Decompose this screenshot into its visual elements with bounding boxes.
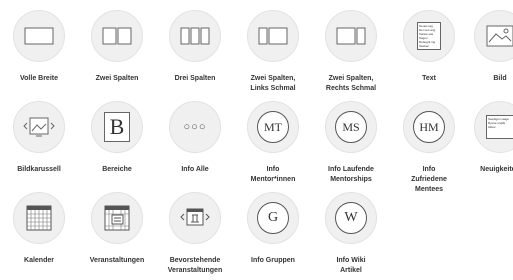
tile-label: Drei Spalten <box>174 75 216 82</box>
image-carousel-icon <box>13 101 65 153</box>
tile-bildkarussell[interactable]: Bildkarussell <box>3 101 81 189</box>
tile-bevorstehende-veranstaltungen[interactable]: Bevorstehende Veranstaltungen <box>159 192 237 280</box>
info-all-icon: ○○○ <box>169 101 221 153</box>
sections-icon: B <box>91 101 143 153</box>
two-column-right-narrow-icon <box>325 10 377 62</box>
tile-info-laufende-mentorships[interactable]: MS Info Laufende Mentorships <box>315 101 393 189</box>
tile-veranstaltungen[interactable]: Veranstaltungen <box>81 192 159 280</box>
info-mentees-glyph: HM <box>413 111 445 143</box>
tile-info-alle[interactable]: ○○○ Info Alle <box>159 101 237 189</box>
tile-label: Bereiche <box>102 166 132 173</box>
tile-zwei-spalten-links-schmal[interactable]: Zwei Spalten, Links Schmal <box>237 10 315 98</box>
tile-label: Info Gruppen <box>251 257 295 264</box>
info-groups-icon: G <box>247 192 299 244</box>
tile-label: Info Mentor*innen <box>250 166 296 183</box>
two-column-left-narrow-icon <box>247 10 299 62</box>
tile-neuigkeiten[interactable]: Seedigom aage Ryese englik Aktes Neuigke… <box>464 101 513 189</box>
info-wiki-icon: W <box>325 192 377 244</box>
tile-zwei-spalten[interactable]: Zwei Spalten <box>81 10 159 98</box>
info-mentors-glyph: MT <box>257 111 289 143</box>
tile-label: Zwei Spalten, Links Schmal <box>250 75 296 92</box>
news-icon: Seedigom aage Ryese englik Aktes <box>474 101 513 153</box>
tile-label: Info Alle <box>181 166 209 173</box>
info-wiki-glyph: W <box>335 202 367 234</box>
tile-label: Zwei Spalten, Rechts Schmal <box>325 75 377 92</box>
tile-info-mentorinnen[interactable]: MT Info Mentor*innen <box>237 101 315 189</box>
tile-label: Kalender <box>24 257 54 264</box>
info-mentees-icon: HM <box>403 101 455 153</box>
tile-info-gruppen[interactable]: G Info Gruppen <box>237 192 315 280</box>
tile-kalender[interactable]: Kalender <box>3 192 81 280</box>
info-mentors-icon: MT <box>247 101 299 153</box>
tile-label: Volle Breite <box>20 75 58 82</box>
info-mentorships-icon: MS <box>325 101 377 153</box>
text-preview: Neues tag. Der text ang Tekste sas Sagen… <box>417 22 441 50</box>
two-column-layout-icon <box>91 10 143 62</box>
tile-label: Veranstaltungen <box>89 257 145 264</box>
tile-label: Bildkarussell <box>17 166 61 173</box>
tile-label: Info Wiki Artikel <box>336 257 366 274</box>
tile-info-wiki-artikel[interactable]: W Info Wiki Artikel <box>315 192 393 280</box>
tile-info-zufriedene-mentees[interactable]: HM Info Zufriedene Mentees <box>393 101 471 193</box>
tile-label: Info Laufende Mentorships <box>328 166 374 183</box>
full-width-layout-icon <box>13 10 65 62</box>
tile-label: Zwei Spalten <box>95 75 139 82</box>
three-column-layout-icon <box>169 10 221 62</box>
tile-drei-spalten[interactable]: Drei Spalten <box>159 10 237 98</box>
tile-text[interactable]: Neues tag. Der text ang Tekste sas Sagen… <box>393 10 471 98</box>
events-icon <box>91 192 143 244</box>
tile-bereiche[interactable]: B Bereiche <box>81 101 159 189</box>
tile-zwei-spalten-rechts-schmal[interactable]: Zwei Spalten, Rechts Schmal <box>315 10 393 98</box>
upcoming-events-icon <box>169 192 221 244</box>
text-block-icon: Neues tag. Der text ang Tekste sas Sagen… <box>403 10 455 62</box>
tile-label: Bild <box>493 75 507 82</box>
info-mentorships-glyph: MS <box>335 111 367 143</box>
calendar-icon <box>13 192 65 244</box>
tile-volle-breite[interactable]: Volle Breite <box>3 10 81 98</box>
tile-label: Bevorstehende Veranstaltungen <box>167 257 223 274</box>
info-all-glyph: ○○○ <box>183 121 207 133</box>
sections-glyph: B <box>104 112 130 142</box>
image-icon <box>474 10 513 62</box>
news-preview: Seedigom aage Ryese englik Aktes <box>486 115 513 139</box>
tile-bild[interactable]: Bild <box>464 10 513 98</box>
tile-label: Neuigkeiten <box>480 166 513 173</box>
info-groups-glyph: G <box>257 202 289 234</box>
